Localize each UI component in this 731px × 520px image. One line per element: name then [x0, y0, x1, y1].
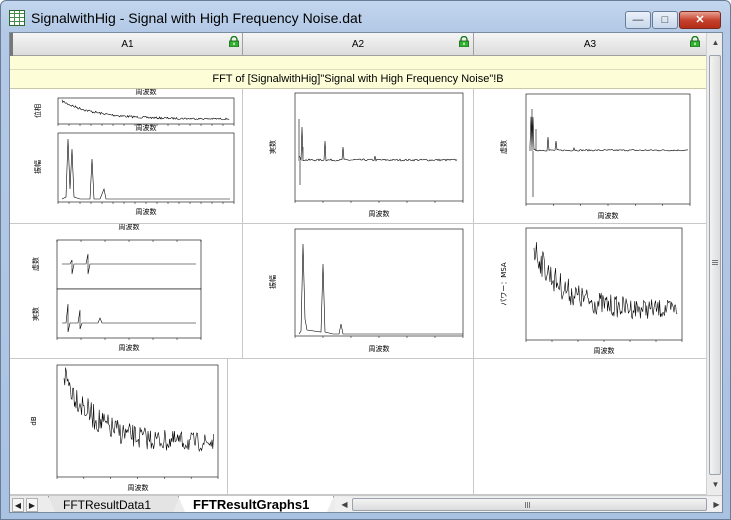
close-button[interactable]: ✕	[679, 11, 721, 29]
vertical-scrollbar[interactable]: ▲ ▼	[706, 33, 722, 495]
sheet-tab-bar: ◀ ▶ FFTResultData1 FFTResultGraphs1 ◀ ▶	[10, 495, 722, 513]
graph-cell-power-msa[interactable]: 周波数 パワー：MSA	[474, 224, 706, 359]
graph-real-imaginary: 周波数 周波数 虚数 実数	[31, 224, 202, 352]
y-axis-label-real: 実数	[31, 307, 40, 321]
grip-icon	[712, 260, 718, 261]
x-axis-label: 周波数	[136, 207, 157, 216]
y-axis-label: 実数	[268, 140, 277, 154]
last-sheet-arrow-icon[interactable]: ▶	[26, 498, 38, 512]
horizontal-scroll-thumb[interactable]	[352, 498, 707, 511]
minimize-button[interactable]: —	[625, 11, 651, 29]
long-name-row[interactable]: FFT of [SignalwithHig]"Signal with High …	[10, 70, 706, 89]
embedded-graph-grid: 周波数 周波数 周波数 位相 振幅 周波数 実数 周波数 虚数 周波数 周波数 …	[10, 89, 706, 495]
maximize-button[interactable]: □	[652, 11, 678, 29]
workbook-window: SignalwithHig - Signal with High Frequen…	[0, 0, 731, 520]
graph-amplitude-phase: 周波数 周波数 周波数 位相 振幅	[33, 89, 235, 216]
graph-db: 周波数 dB	[30, 364, 219, 492]
y-axis-label-phase: 位相	[33, 104, 42, 118]
top-x-axis-label: 周波数	[136, 89, 157, 96]
lock-icon	[690, 36, 700, 47]
graph-cell-real[interactable]: 周波数 実数	[243, 89, 474, 224]
graph-imaginary: 周波数 虚数	[499, 93, 691, 220]
x-axis-label: 周波数	[369, 344, 390, 353]
empty-cell[interactable]	[474, 359, 706, 495]
tick-marks	[294, 201, 464, 203]
workbook-icon	[9, 10, 25, 26]
vertical-scroll-thumb[interactable]	[709, 55, 721, 475]
plot-frame	[294, 228, 464, 337]
tab-fftresultgraphs1[interactable]: FFTResultGraphs1	[178, 496, 334, 513]
y-axis-label: dB	[30, 416, 38, 425]
graph-cell-amplitude-phase[interactable]: 周波数 周波数 周波数 位相 振幅	[10, 89, 243, 224]
x-axis-label: 周波数	[598, 211, 619, 220]
column-label: A3	[583, 39, 597, 50]
scroll-left-arrow-icon[interactable]: ◀	[337, 497, 352, 512]
middle-x-axis-label: 周波数	[136, 123, 157, 132]
plot-frame	[56, 364, 219, 478]
y-axis-label-imaginary: 虚数	[31, 257, 40, 271]
y-axis-label: 虚数	[499, 140, 508, 154]
column-header-a3[interactable]: A3	[474, 33, 706, 56]
scroll-up-arrow-icon[interactable]: ▲	[708, 35, 722, 51]
column-header-a2[interactable]: A2	[243, 33, 474, 56]
graph-cell-amplitude[interactable]: 周波数 振幅	[243, 224, 474, 359]
lock-icon	[229, 36, 239, 47]
plot-frame	[525, 227, 683, 341]
y-axis-label: パワー：MSA	[500, 262, 508, 306]
x-axis-label: 周波数	[594, 346, 615, 355]
plot-frame	[294, 92, 464, 202]
worksheet-area: A1 A2 A3 FFT of [SignalwithHig]"Signal w…	[9, 32, 723, 513]
column-label: A2	[351, 39, 365, 50]
tab-fftresultdata1[interactable]: FFTResultData1	[48, 496, 180, 513]
column-header-a1[interactable]: A1	[13, 33, 243, 56]
graph-amplitude: 周波数 振幅	[268, 228, 464, 353]
real-plot-frame	[56, 288, 202, 339]
top-x-axis-label: 周波数	[119, 224, 140, 231]
amplitude-plot-frame	[57, 132, 235, 203]
column-header-row: A1 A2 A3	[10, 33, 706, 56]
grip-icon	[525, 502, 526, 508]
title-bar[interactable]: SignalwithHig - Signal with High Frequen…	[1, 1, 730, 33]
column-label: A1	[121, 39, 134, 50]
x-axis-label: 周波数	[369, 209, 390, 218]
x-axis-label: 周波数	[119, 343, 140, 352]
graph-cell-db[interactable]: 周波数 dB	[10, 359, 228, 495]
graph-power-msa: 周波数 パワー：MSA	[500, 227, 683, 355]
scroll-right-arrow-icon[interactable]: ▶	[709, 497, 722, 512]
plot-frame	[525, 93, 691, 205]
graph-real: 周波数 実数	[268, 92, 464, 218]
graph-cell-imaginary[interactable]: 周波数 虚数	[474, 89, 706, 224]
label-row-empty[interactable]	[10, 56, 706, 70]
graph-cell-real-imaginary[interactable]: 周波数 周波数 虚数 実数	[10, 224, 243, 359]
imaginary-plot-frame	[56, 239, 202, 290]
y-axis-label-amplitude: 振幅	[33, 160, 42, 174]
first-sheet-arrow-icon[interactable]: ◀	[12, 498, 24, 512]
lock-icon	[459, 36, 469, 47]
scroll-down-arrow-icon[interactable]: ▼	[708, 477, 722, 493]
window-title: SignalwithHig - Signal with High Frequen…	[31, 10, 362, 26]
tick-marks	[525, 204, 691, 206]
empty-cell[interactable]	[228, 359, 474, 495]
horizontal-scrollbar[interactable]: ◀ ▶	[335, 497, 722, 512]
y-axis-label: 振幅	[268, 275, 277, 289]
x-axis-label: 周波数	[128, 483, 149, 492]
